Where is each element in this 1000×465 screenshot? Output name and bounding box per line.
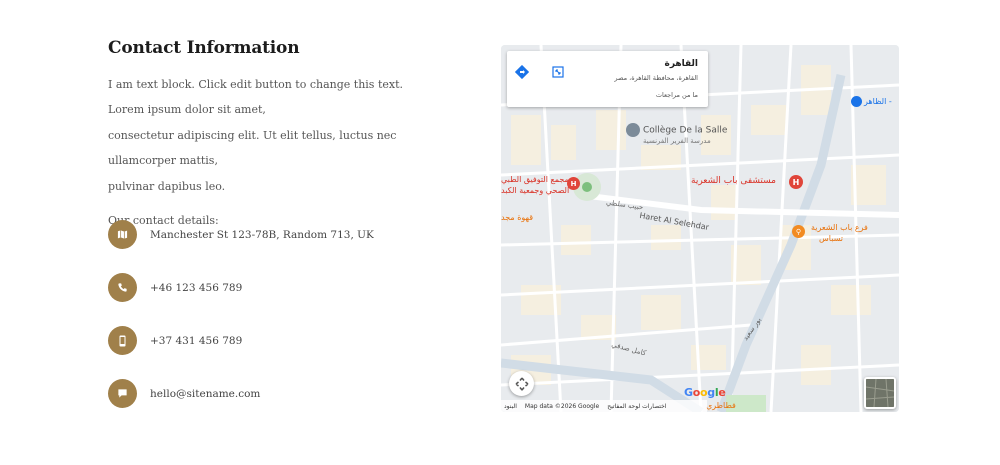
embedded-map[interactable]: Collège De la Salle مدرسة الفرير الفرنسي…: [501, 45, 899, 412]
branch-label-b: تسباس: [819, 234, 843, 243]
branch-label-a: فرع باب الشعرية: [811, 223, 868, 232]
map-footer: البنود Map data ©2026 Google اختصارات لو…: [501, 400, 707, 412]
mobile-icon: [108, 326, 137, 355]
contact-phone-text: +46 123 456 789: [150, 281, 243, 294]
contact-item-phone: +46 123 456 789: [108, 273, 242, 302]
satellite-toggle-button[interactable]: [864, 377, 896, 409]
contact-item-email: hello@sitename.com: [108, 379, 260, 408]
map-info-card: القاهرة القاهرة، محافظة القاهرة، مصر ما …: [507, 51, 708, 107]
top-right-label: الظاهر -: [851, 96, 892, 107]
restaurant-pin-icon[interactable]: ⚲: [792, 225, 805, 238]
hospital2-label-a: مجمع التوفيق الطبي: [501, 175, 569, 184]
hospital-pin-icon[interactable]: H: [789, 175, 803, 189]
terms-link[interactable]: البنود: [504, 403, 517, 410]
contact-title: Contact Information: [108, 38, 300, 58]
card-title: القاهرة: [664, 59, 698, 69]
fullscreen-icon: [515, 377, 528, 390]
contact-item-mobile: +37 431 456 789: [108, 326, 242, 355]
contact-paragraph-line2: consectetur adipiscing elit. Ut elit tel…: [108, 129, 397, 167]
contact-paragraph-line3: pulvinar dapibus leo.: [108, 180, 226, 193]
contact-email-text: hello@sitename.com: [150, 387, 261, 400]
directions-icon[interactable]: [513, 63, 531, 81]
chat-icon: [108, 379, 137, 408]
contact-address-text: Manchester St 123-78B, Random 713, UK: [150, 228, 374, 241]
hospital2-label-b: الصحي وجمعية الكبد: [501, 186, 570, 195]
map-data-text: Map data ©2026 Google: [524, 402, 600, 410]
card-address: القاهرة، محافظة القاهرة، مصر: [614, 74, 698, 82]
keyboard-shortcuts-link[interactable]: اختصارات لوحة المفاتيح: [607, 403, 666, 410]
hospital2-pin-icon[interactable]: H: [567, 177, 580, 190]
fullscreen-button[interactable]: [509, 371, 534, 396]
card-reviews-link[interactable]: ما من مراجعات: [656, 91, 698, 99]
cafe-label: قهوة مجد: [501, 213, 534, 222]
college-arabic-label: مدرسة الفرير الفرنسية: [643, 137, 711, 145]
phone-icon: [108, 273, 137, 302]
satellite-thumbnail-icon: [866, 379, 894, 407]
college-label: Collège De la Salle: [626, 123, 727, 137]
contact-paragraph-line1: I am text block. Click edit button to ch…: [108, 78, 404, 116]
map-icon: [108, 220, 137, 249]
open-larger-map-icon[interactable]: [551, 65, 565, 79]
contact-section: Contact Information I am text block. Cli…: [108, 38, 438, 231]
contact-mobile-text: +37 431 456 789: [150, 334, 243, 347]
google-logo: Google: [684, 386, 726, 399]
hospital-label: مستشفى باب الشعرية: [691, 176, 776, 186]
bottom-poi-label: فطاطري: [706, 401, 736, 410]
contact-item-address: Manchester St 123-78B, Random 713, UK: [108, 220, 374, 249]
